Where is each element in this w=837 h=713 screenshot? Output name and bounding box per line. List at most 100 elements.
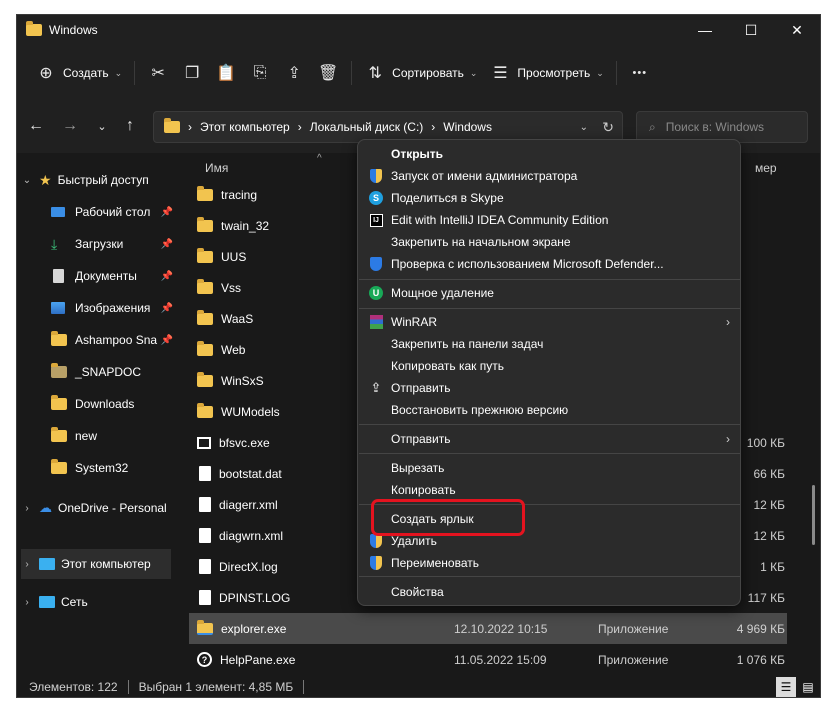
paste-button[interactable]: 📋 (209, 57, 243, 89)
forward-button[interactable]: → (59, 115, 81, 137)
close-button[interactable]: ✕ (774, 15, 820, 45)
chevron-down-icon[interactable]: ⌄ (580, 122, 588, 133)
minimize-button[interactable]: — (682, 15, 728, 45)
menu-item-label: Открыть (391, 147, 444, 161)
file-size: 117 КБ (747, 590, 785, 605)
chevron-right-icon[interactable]: › (21, 559, 33, 570)
menu-item-pin-taskbar[interactable]: Закрепить на панели задач (358, 333, 740, 355)
sidebar-item-quick-access[interactable]: ⌄ ★ Быстрый доступ (21, 165, 181, 195)
sidebar-item-downloads-folder[interactable]: Downloads (51, 389, 177, 419)
menu-item-skype[interactable]: S Поделиться в Skype (358, 187, 740, 209)
sidebar-item-downloads[interactable]: ⤓ Загрузки 📌 (51, 229, 177, 259)
create-label: Создать (63, 66, 109, 80)
sidebar-item-onedrive[interactable]: › ☁ OneDrive - Personal (21, 493, 177, 523)
pin-icon: 📌 (160, 270, 173, 282)
sidebar-item-images[interactable]: Изображения 📌 (51, 293, 177, 323)
pin-icon: 📌 (160, 206, 173, 218)
menu-item-defender[interactable]: Проверка с использованием Microsoft Defe… (358, 253, 740, 275)
title-bar: Windows — ☐ ✕ (17, 15, 820, 45)
search-placeholder: Поиск в: Windows (665, 120, 765, 134)
menu-item-rename[interactable]: Переименовать (358, 552, 740, 574)
download-icon: ⤓ (51, 235, 58, 252)
chevron-right-icon: › (188, 120, 192, 134)
file-date: 11.05.2022 15:09 (454, 652, 547, 667)
menu-item-cut[interactable]: Вырезать (358, 457, 740, 479)
menu-item-copy-path[interactable]: Копировать как путь (358, 355, 740, 377)
sidebar-item-network[interactable]: › Сеть (21, 587, 171, 617)
breadcrumb-windows[interactable]: Windows (443, 120, 492, 134)
folder-icon (197, 185, 213, 201)
uninstall-icon: U (368, 285, 384, 301)
delete-button[interactable]: 🗑 (311, 57, 345, 89)
sidebar-item-label: _SNAPDOC (75, 365, 142, 379)
chevron-right-icon[interactable]: › (21, 503, 33, 514)
create-button[interactable]: ⊕ Создать ⌄ (29, 57, 128, 89)
view-label: Просмотреть (517, 66, 591, 80)
table-row-selected[interactable]: explorer.exe 12.10.2022 10:15 Приложение 4 … (189, 613, 787, 644)
network-icon (39, 596, 55, 608)
menu-item-uninstall[interactable]: U Мощное удаление (358, 282, 740, 304)
highlight-outline (371, 499, 525, 536)
scrollbar-thumb[interactable] (812, 485, 815, 545)
share-button[interactable]: ⇪ (277, 57, 311, 89)
sort-button[interactable]: ⇅ Сортировать ⌄ (358, 57, 483, 89)
menu-item-open[interactable]: Открыть (358, 143, 740, 165)
menu-item-restore-version[interactable]: Восстановить прежнюю версию (358, 399, 740, 421)
sidebar-item-snapdoc[interactable]: _SNAPDOC (51, 357, 177, 387)
sort-up-icon: ^ (317, 153, 322, 164)
window-title: Windows (49, 23, 98, 37)
sidebar-item-label: Изображения (75, 301, 151, 315)
breadcrumb-this-pc[interactable]: Этот компьютер (200, 120, 290, 134)
file-size: 12 КБ (753, 497, 785, 512)
sidebar-item-ashampoo[interactable]: Ashampoo Sna 📌 (51, 325, 177, 355)
scrollbar[interactable] (812, 153, 816, 673)
sort-label: Сортировать (392, 66, 464, 80)
sidebar-item-documents[interactable]: Документы 📌 (51, 261, 177, 291)
tiles-view-button[interactable]: ▤ (798, 677, 818, 697)
breadcrumb-local-disk[interactable]: Локальный диск (C:) (310, 120, 424, 134)
table-row[interactable]: ? HelpPane.exe 11.05.2022 15:09 Приложение 1… (189, 644, 787, 675)
file-name: HelpPane.exe (220, 652, 296, 667)
sidebar-item-new[interactable]: new (51, 421, 177, 451)
menu-item-winrar[interactable]: WinRAR › (358, 311, 740, 333)
details-view-button[interactable]: ☰ (776, 677, 796, 697)
copy-button[interactable]: ❐ (175, 57, 209, 89)
rename-button[interactable]: ⎘ (243, 57, 277, 89)
cut-button[interactable]: ✂ (141, 57, 175, 89)
menu-item-send-to[interactable]: Отправить › (358, 428, 740, 450)
maximize-button[interactable]: ☐ (728, 15, 774, 45)
menu-item-copy[interactable]: Копировать (358, 479, 740, 501)
menu-item-properties[interactable]: Свойства (358, 581, 740, 603)
chevron-right-icon[interactable]: › (21, 597, 33, 608)
file-name: diagwrn.xml (219, 528, 284, 543)
chevron-right-icon: › (431, 120, 436, 134)
menu-item-intellij[interactable]: IJ Edit with IntelliJ IDEA Community Edit… (358, 209, 740, 231)
menu-item-run-as-admin[interactable]: Запуск от имени администратора (358, 165, 740, 187)
file-name: UUS (221, 249, 247, 264)
back-button[interactable]: ← (25, 115, 47, 137)
desktop-icon (51, 207, 65, 217)
file-icon (199, 590, 211, 605)
sidebar-item-system32[interactable]: System32 (51, 453, 177, 483)
recent-locations-button[interactable]: ⌄ (91, 115, 113, 137)
more-button[interactable]: ••• (623, 57, 657, 89)
menu-item-label: Проверка с использованием Microsoft Defe… (391, 257, 664, 271)
folder-icon (51, 331, 67, 346)
file-name: DirectX.log (219, 559, 278, 574)
menu-item-label: Удалить (391, 534, 437, 548)
chevron-right-icon: › (297, 120, 302, 134)
chevron-down-icon[interactable]: ⌄ (21, 175, 33, 186)
menu-item-pin-start[interactable]: Закрепить на начальном экране (358, 231, 740, 253)
column-size[interactable]: мер (755, 161, 777, 175)
file-name: tracing (221, 187, 258, 202)
menu-item-share[interactable]: ⇪ Отправить (358, 377, 740, 399)
defender-icon (368, 256, 384, 272)
up-button[interactable]: ↑ (119, 115, 141, 137)
view-button[interactable]: ☰ Просмотреть ⌄ (483, 57, 609, 89)
share-icon: ⇪ (287, 65, 301, 82)
sidebar-item-desktop[interactable]: Рабочий стол 📌 (51, 197, 177, 227)
sidebar-item-this-pc[interactable]: › Этот компьютер (21, 549, 171, 579)
skype-icon: S (368, 190, 384, 206)
refresh-icon[interactable]: ↻ (602, 119, 614, 136)
column-name[interactable]: Имя (205, 161, 228, 175)
